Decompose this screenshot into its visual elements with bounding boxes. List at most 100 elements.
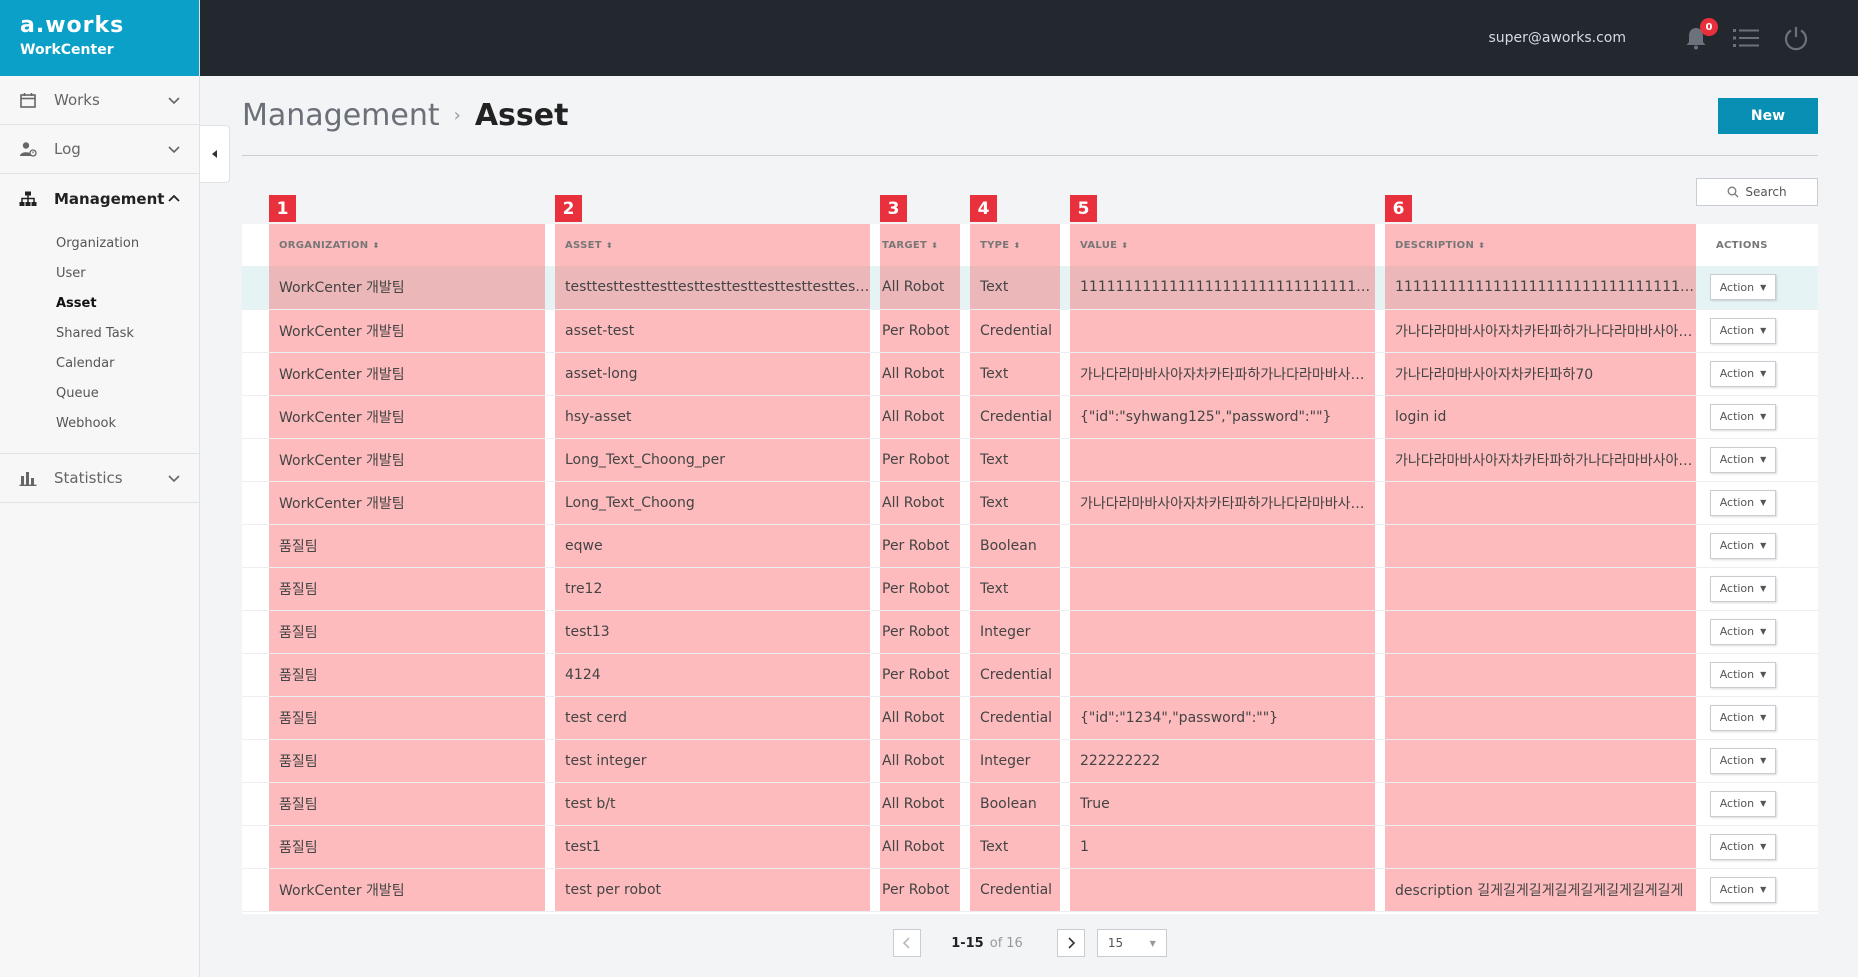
row-action-button[interactable]: Action ▼ xyxy=(1710,790,1776,817)
row-action-button[interactable]: Action ▼ xyxy=(1710,274,1776,301)
row-action-button[interactable]: Action ▼ xyxy=(1710,532,1776,559)
cell-target: All Robot xyxy=(880,481,960,525)
sidebar: a.works WorkCenter Works Log Management … xyxy=(0,0,200,977)
sidebar-subitem-asset[interactable]: Asset xyxy=(0,289,199,319)
table-row[interactable]: WorkCenter 개발팀 testtesttesttesttesttestte… xyxy=(242,266,1818,310)
action-label: Action xyxy=(1719,883,1755,896)
cell-actions: Action ▼ xyxy=(1696,868,1818,912)
column-header-type[interactable]: TYPE ⬍ xyxy=(970,224,1060,266)
column-header-organization[interactable]: ORGANIZATION ⬍ xyxy=(269,224,545,266)
column-header-value[interactable]: VALUE ⬍ xyxy=(1070,224,1375,266)
table-row[interactable]: WorkCenter 개발팀 hsy-asset All Robot Credenti… xyxy=(242,395,1818,439)
table-row[interactable]: WorkCenter 개발팀 asset-long All Robot Text 가나다… xyxy=(242,352,1818,396)
cell-type: Credential xyxy=(970,653,1060,697)
row-action-button[interactable]: Action ▼ xyxy=(1710,876,1776,903)
brand[interactable]: a.works WorkCenter xyxy=(0,0,199,76)
sidebar-collapse-button[interactable] xyxy=(200,125,230,183)
column-gap xyxy=(1060,309,1070,353)
cell-actions: Action ▼ xyxy=(1696,739,1818,783)
sort-icon: ⬍ xyxy=(931,240,939,250)
breadcrumb-parent[interactable]: Management xyxy=(242,98,440,133)
table-row[interactable]: 품질팀 test cerd All Robot Credential {"id":"12… xyxy=(242,696,1818,740)
cell-value: {"id":"syhwang125","password":""} xyxy=(1070,395,1375,439)
table-row[interactable]: WorkCenter 개발팀 asset-test Per Robot Credent… xyxy=(242,309,1818,353)
search-button[interactable]: Search xyxy=(1696,178,1818,206)
sidebar-subitem-user[interactable]: User xyxy=(0,259,199,289)
column-gap xyxy=(960,395,970,439)
row-action-button[interactable]: Action ▼ xyxy=(1710,833,1776,860)
row-action-button[interactable]: Action ▼ xyxy=(1710,747,1776,774)
sidebar-item-log[interactable]: Log xyxy=(0,125,199,174)
cell-value xyxy=(1070,567,1375,611)
cell-organization: WorkCenter 개발팀 xyxy=(269,266,545,310)
row-action-button[interactable]: Action ▼ xyxy=(1710,360,1776,387)
sidebar-subitem-calendar[interactable]: Calendar xyxy=(0,349,199,379)
table-row[interactable]: 품질팀 test b/t All Robot Boolean True Action ▼ xyxy=(242,782,1818,826)
sidebar-item-works[interactable]: Works xyxy=(0,76,199,125)
cell-asset: test cerd xyxy=(555,696,870,740)
cell-target: All Robot xyxy=(880,266,960,310)
row-action-button[interactable]: Action ▼ xyxy=(1710,446,1776,473)
row-action-button[interactable]: Action ▼ xyxy=(1710,618,1776,645)
caret-down-icon: ▼ xyxy=(1760,541,1767,550)
cell-target: All Robot xyxy=(880,395,960,439)
sidebar-subitem-organization[interactable]: Organization xyxy=(0,229,199,259)
table-row[interactable]: WorkCenter 개발팀 test per robot Per Robot Cre… xyxy=(242,868,1818,912)
new-button[interactable]: New xyxy=(1718,98,1818,134)
table-row[interactable]: 품질팀 test13 Per Robot Integer Action ▼ xyxy=(242,610,1818,654)
cell-asset: Long_Text_Choong xyxy=(555,481,870,525)
column-marker: 1 xyxy=(269,195,296,222)
next-page-button[interactable] xyxy=(1056,929,1085,957)
sidebar-subitem-webhook[interactable]: Webhook xyxy=(0,409,199,439)
row-action-button[interactable]: Action ▼ xyxy=(1710,317,1776,344)
sidebar-subitem-shared-task[interactable]: Shared Task xyxy=(0,319,199,349)
row-action-button[interactable]: Action ▼ xyxy=(1710,575,1776,602)
cell-asset: test per robot xyxy=(555,868,870,912)
hierarchy-icon xyxy=(18,189,38,209)
column-header-description[interactable]: DESCRIPTION ⬍ xyxy=(1385,224,1696,266)
row-action-button[interactable]: Action ▼ xyxy=(1710,489,1776,516)
breadcrumb-separator-icon: › xyxy=(453,105,461,126)
row-action-button[interactable]: Action ▼ xyxy=(1710,661,1776,688)
caret-down-icon: ▼ xyxy=(1760,799,1767,808)
table-row[interactable]: WorkCenter 개발팀 Long_Text_Choong All Robot T… xyxy=(242,481,1818,525)
cell-actions: Action ▼ xyxy=(1696,438,1818,482)
column-header-asset[interactable]: ASSET ⬍ xyxy=(555,224,870,266)
column-gap xyxy=(1060,266,1070,310)
column-gap xyxy=(545,653,555,697)
cell-type: Boolean xyxy=(970,782,1060,826)
table-row[interactable]: 품질팀 tre12 Per Robot Text Action ▼ xyxy=(242,567,1818,611)
previous-page-button[interactable] xyxy=(893,929,922,957)
row-spacer xyxy=(242,266,269,310)
table-row[interactable]: 품질팀 4124 Per Robot Credential Action ▼ xyxy=(242,653,1818,697)
table-row[interactable]: 품질팀 test integer All Robot Integer 222222222… xyxy=(242,739,1818,783)
column-gap xyxy=(960,739,970,783)
sidebar-item-statistics[interactable]: Statistics xyxy=(0,454,199,503)
notification-button[interactable]: 0 xyxy=(1682,18,1718,52)
table-row[interactable]: WorkCenter 개발팀 Long_Text_Choong_per Per Ro… xyxy=(242,438,1818,482)
bar-chart-icon xyxy=(18,468,38,488)
logout-button[interactable] xyxy=(1782,24,1810,52)
column-gap xyxy=(960,567,970,611)
column-gap xyxy=(870,438,880,482)
row-spacer xyxy=(242,739,269,783)
user-email[interactable]: super@aworks.com xyxy=(1488,30,1626,46)
cell-actions: Action ▼ xyxy=(1696,266,1818,310)
list-menu-button[interactable] xyxy=(1732,24,1760,52)
column-gap xyxy=(1375,782,1385,826)
sidebar-item-management[interactable]: Management xyxy=(0,174,199,223)
row-action-button[interactable]: Action ▼ xyxy=(1710,704,1776,731)
table-row[interactable]: 품질팀 eqwe Per Robot Boolean Action ▼ xyxy=(242,524,1818,568)
column-gap xyxy=(960,825,970,869)
chevron-down-icon xyxy=(168,475,180,483)
action-label: Action xyxy=(1719,410,1755,423)
column-gap xyxy=(870,610,880,654)
caret-down-icon: ▼ xyxy=(1760,584,1767,593)
column-header-target[interactable]: TARGET ⬍ xyxy=(880,224,960,266)
row-action-button[interactable]: Action ▼ xyxy=(1710,403,1776,430)
table-row[interactable]: 품질팀 test1 All Robot Text 1 Action ▼ xyxy=(242,825,1818,869)
cell-target: Per Robot xyxy=(880,868,960,912)
caret-down-icon: ▼ xyxy=(1760,369,1767,378)
sidebar-subitem-queue[interactable]: Queue xyxy=(0,379,199,409)
page-size-select[interactable]: 15 ▼ xyxy=(1096,929,1167,957)
